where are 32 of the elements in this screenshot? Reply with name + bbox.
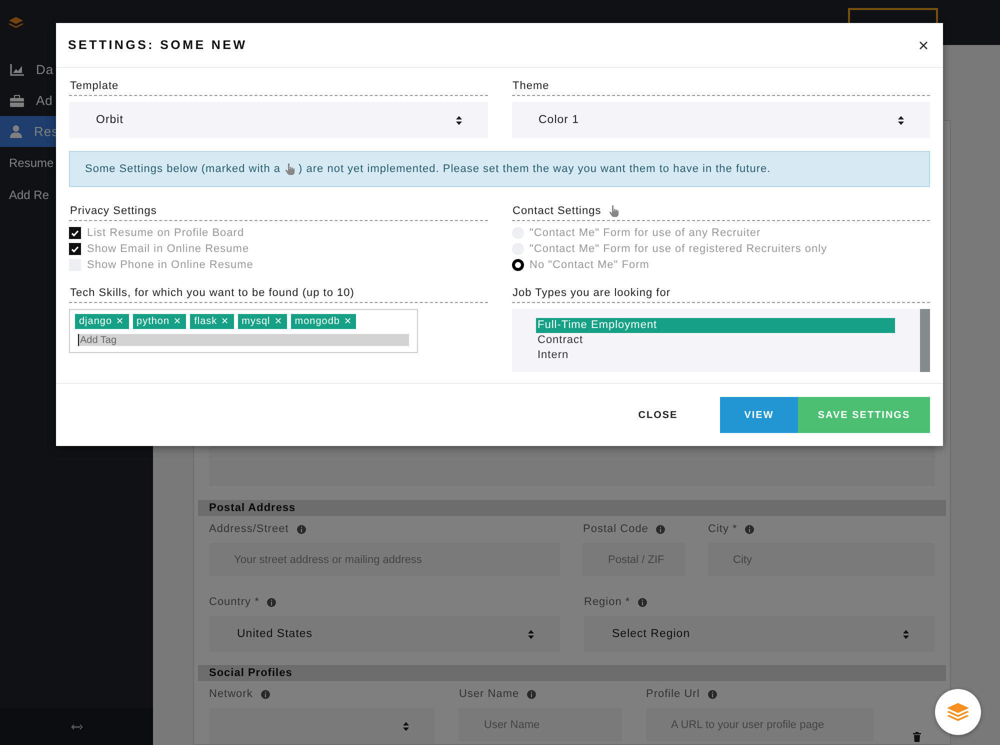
section-header: Postal Address (198, 500, 946, 516)
section-label: Contact Settings (512, 205, 602, 217)
sidebar-label: Da (36, 62, 54, 77)
section-label: Template (70, 80, 119, 92)
tag-label: flask (194, 316, 218, 327)
section-label: Job Types you are looking for (512, 287, 670, 299)
tag-label: django (79, 316, 112, 327)
section-label: Privacy Settings (70, 205, 157, 217)
checkbox-label: Show Email in Online Resume (87, 243, 250, 255)
field-label: Network (209, 688, 253, 700)
dialog-title: SETTINGS: SOME NEW (68, 38, 248, 52)
section-header: Social Profiles (198, 665, 946, 681)
field-label: City * (708, 523, 738, 535)
field-label: Postal Code (583, 523, 648, 535)
radio-label: "Contact Me" Form for use of registered Recruiters only (530, 243, 828, 255)
tag-label: python (136, 316, 170, 327)
field-label: Address/Street (209, 523, 289, 535)
sidebar-label: Ad (36, 93, 53, 108)
field-label: Country * (209, 596, 260, 608)
tag-label: mongodb (294, 316, 340, 327)
tag-label: mysql (242, 316, 270, 327)
section-label: Theme (512, 80, 550, 92)
section-label: Tech Skills, for which you want to be found (up to 10) (70, 287, 354, 299)
checkbox-label: List Resume on Profile Board (87, 227, 244, 239)
alert-text: ) are not yet implemented. Please set them the way you want them to have in the future. (298, 163, 771, 175)
field-label: Profile Url (646, 688, 700, 700)
field-label: User Name (459, 688, 520, 700)
alert-text: Some Settings below (marked with a (85, 163, 281, 175)
radio-label: No "Contact Me" Form (530, 259, 650, 271)
radio-label: "Contact Me" Form for use of any Recruiter (530, 227, 761, 239)
field-label: Region * (584, 596, 630, 608)
checkbox-label: Show Phone in Online Resume (87, 259, 254, 271)
